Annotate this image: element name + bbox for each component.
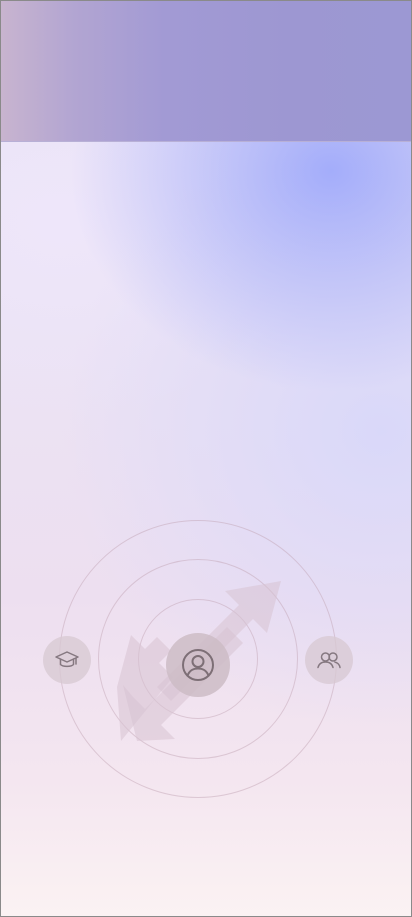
people-icon <box>316 647 342 673</box>
header-banner <box>1 1 411 142</box>
learn-button[interactable] <box>43 636 91 684</box>
profile-button[interactable] <box>166 633 230 697</box>
graduation-cap-icon <box>54 647 80 673</box>
user-circle-icon <box>181 648 215 682</box>
people-button[interactable] <box>305 636 353 684</box>
app-screen <box>0 0 412 917</box>
